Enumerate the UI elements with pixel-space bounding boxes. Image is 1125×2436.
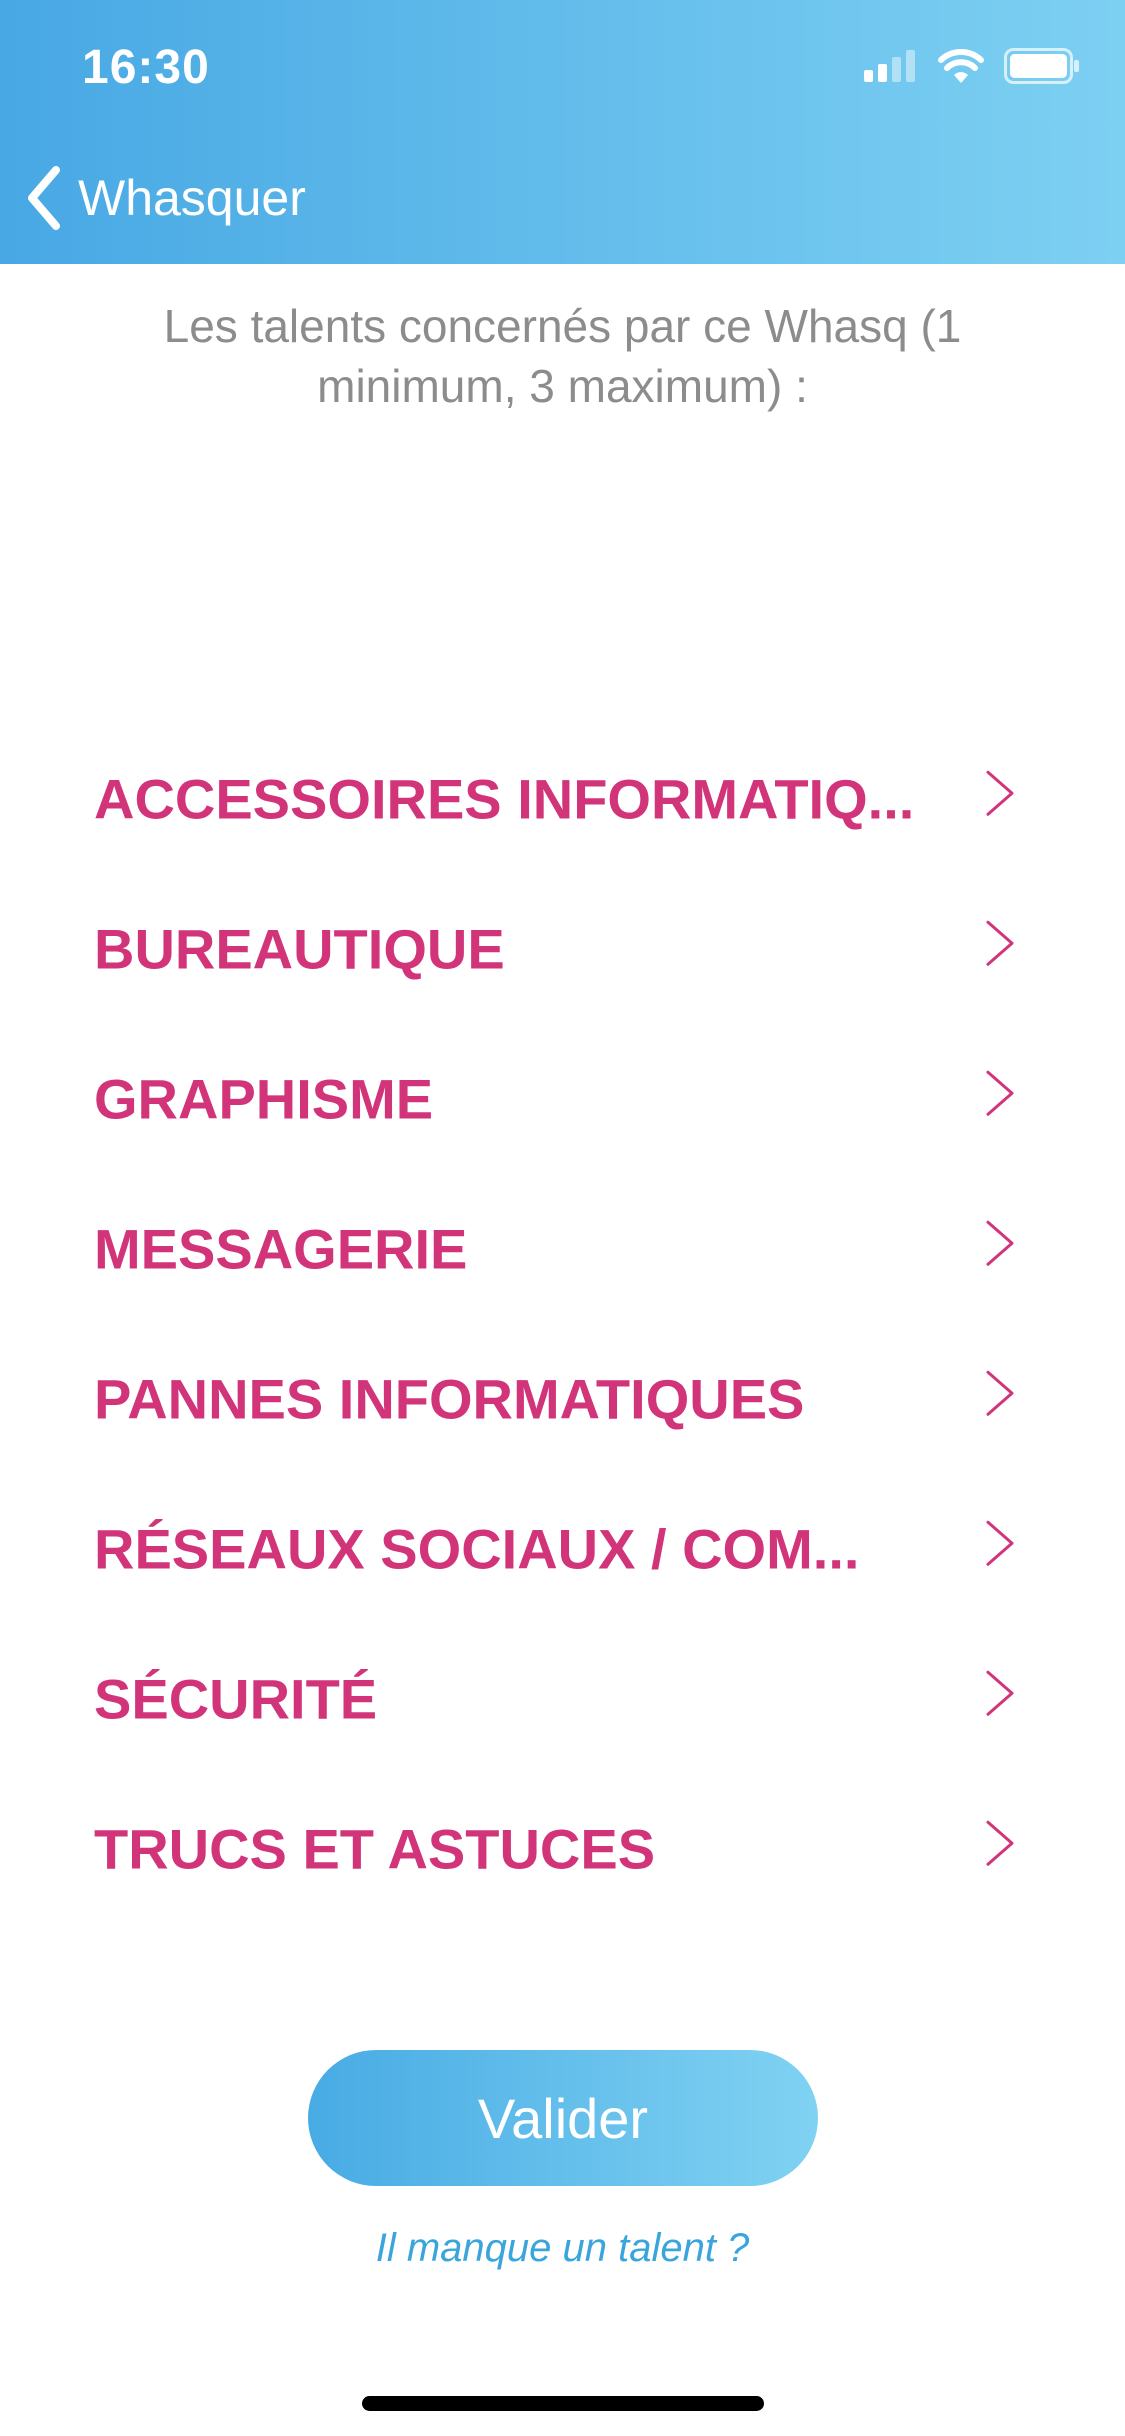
talent-label: SÉCURITÉ xyxy=(94,1667,378,1731)
chevron-left-icon xyxy=(28,166,60,230)
validate-button[interactable]: Valider xyxy=(308,2050,818,2186)
talent-label: PANNES INFORMATIQUES xyxy=(94,1367,805,1431)
talent-item-pannes-informatiques[interactable]: PANNES INFORMATIQUES xyxy=(0,1324,1125,1474)
home-indicator[interactable] xyxy=(362,2396,764,2411)
back-button[interactable]: Whasquer xyxy=(24,160,306,236)
chevron-right-icon xyxy=(986,1220,1014,1266)
talent-item-bureautique[interactable]: BUREAUTIQUE xyxy=(0,874,1125,1024)
back-label: Whasquer xyxy=(78,170,306,226)
talent-item-graphisme[interactable]: GRAPHISME xyxy=(0,1024,1125,1174)
chevron-right-icon xyxy=(986,1520,1014,1566)
status-icons xyxy=(864,48,1080,84)
talents-instructions: Les talents concernés par ce Whasq (1 mi… xyxy=(163,300,962,412)
talent-item-reseaux-sociaux[interactable]: RÉSEAUX SOCIAUX / COM... xyxy=(0,1474,1125,1624)
talent-item-messagerie[interactable]: MESSAGERIE xyxy=(0,1174,1125,1324)
talent-label: TRUCS ET ASTUCES xyxy=(94,1817,656,1881)
wifi-icon xyxy=(938,49,984,83)
chevron-right-icon xyxy=(986,1820,1014,1866)
chevron-right-icon xyxy=(986,1670,1014,1716)
chevron-right-icon xyxy=(986,770,1014,816)
chevron-right-icon xyxy=(986,1070,1014,1116)
talent-label: RÉSEAUX SOCIAUX / COM... xyxy=(94,1517,860,1581)
talent-list: ACCESSOIRES INFORMATIQ... BUREAUTIQUE GR… xyxy=(0,724,1125,1924)
talent-label: GRAPHISME xyxy=(94,1067,434,1131)
talent-label: MESSAGERIE xyxy=(94,1217,468,1281)
talent-item-accessoires-informatiques[interactable]: ACCESSOIRES INFORMATIQ... xyxy=(0,724,1125,874)
chevron-right-icon xyxy=(986,1370,1014,1416)
battery-icon xyxy=(1004,48,1079,84)
talent-item-trucs-et-astuces[interactable]: TRUCS ET ASTUCES xyxy=(0,1774,1125,1924)
talent-item-securite[interactable]: SÉCURITÉ xyxy=(0,1624,1125,1774)
missing-talent-link[interactable]: Il manque un talent ? xyxy=(0,2226,1125,2271)
navigation-header: 16:30 Whasquer xyxy=(0,0,1125,264)
talent-label: ACCESSOIRES INFORMATIQ... xyxy=(94,767,915,831)
talent-label: BUREAUTIQUE xyxy=(94,917,505,981)
chevron-right-icon xyxy=(986,920,1014,966)
status-time: 16:30 xyxy=(82,41,210,94)
signal-icon xyxy=(864,50,915,82)
